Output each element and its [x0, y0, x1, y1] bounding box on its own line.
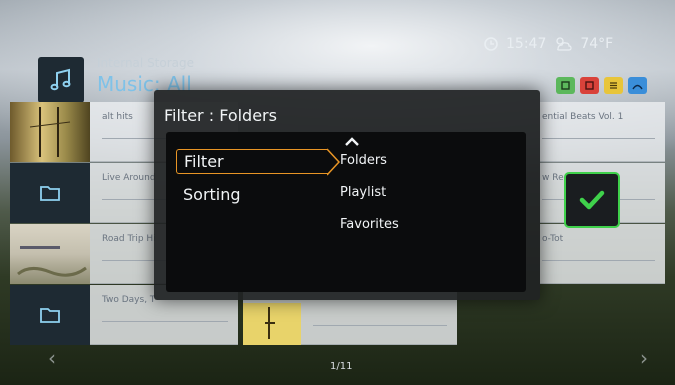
dialog-body: Filter Sorting Folders Playlist Favorite… — [166, 132, 526, 292]
yellow-button[interactable] — [604, 77, 623, 94]
color-button-bar — [556, 77, 647, 94]
blue-button[interactable] — [628, 77, 647, 94]
item-title: ential Beats Vol. 1 — [542, 112, 624, 122]
storage-label: Internal Storage — [97, 56, 195, 70]
checkmark-icon — [579, 190, 605, 210]
confirm-check-button[interactable] — [564, 172, 620, 228]
page-indicator: 1/11 — [330, 361, 353, 372]
divider — [542, 138, 655, 139]
album-cover — [243, 303, 301, 345]
album-cover — [10, 102, 90, 162]
signal-icon — [632, 84, 643, 90]
dialog-title: Filter : Folders — [164, 106, 277, 125]
list-item[interactable]: ential Beats Vol. 1 — [540, 102, 665, 162]
album-cover — [10, 224, 90, 284]
status-area: 15:47 74°F — [484, 36, 613, 52]
option-playlist[interactable]: Playlist — [340, 185, 386, 200]
item-title: Road Trip Hi — [102, 234, 156, 244]
selection-arrow-icon — [327, 148, 341, 176]
menu-item-filter[interactable]: Filter — [176, 149, 328, 174]
item-title: w Re — [542, 173, 564, 183]
option-favorites[interactable]: Favorites — [340, 217, 399, 232]
temperature-label: 74°F — [580, 36, 614, 52]
item-title: Live Around — [102, 173, 156, 183]
prev-page-chevron-icon[interactable]: ‹ — [48, 346, 56, 370]
menu-item-sorting[interactable]: Sorting — [176, 185, 241, 204]
music-note-icon — [38, 57, 84, 103]
option-folders[interactable]: Folders — [340, 153, 387, 168]
folder-icon — [10, 163, 90, 223]
list-item[interactable]: o-Tot — [540, 224, 665, 284]
divider — [313, 325, 447, 326]
media-screen: Internal Storage Music: All 15:47 74°F a… — [0, 0, 675, 385]
folder-icon — [10, 285, 90, 345]
next-page-chevron-icon[interactable]: › — [640, 346, 648, 370]
divider — [102, 321, 228, 322]
item-title: o-Tot — [542, 234, 564, 244]
list-icon — [585, 81, 594, 90]
green-button[interactable] — [556, 77, 575, 94]
clock-icon — [484, 37, 498, 51]
divider — [542, 260, 655, 261]
time-label: 15:47 — [506, 36, 547, 52]
item-title: Two Days, T — [102, 295, 156, 305]
menu-icon — [610, 82, 617, 89]
grid-icon — [561, 81, 570, 90]
filter-dialog: Filter : Folders Filter Sorting Folders … — [154, 90, 540, 300]
weather-icon — [556, 37, 572, 51]
item-title: alt hits — [102, 112, 133, 122]
scroll-up-chevron-icon[interactable] — [344, 132, 360, 151]
red-button[interactable] — [580, 77, 599, 94]
